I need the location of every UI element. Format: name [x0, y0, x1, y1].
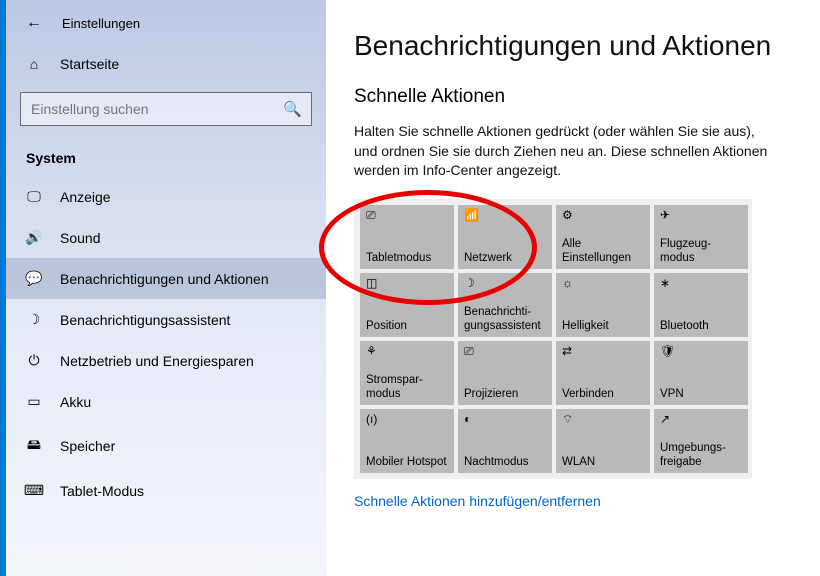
quick-action-tile[interactable]: 📶 Netzwerk [458, 205, 552, 269]
nav-item[interactable]: 💬 Benachrichtigungen und Aktionen [6, 258, 326, 299]
quick-action-tile[interactable]: ◐ Nachtmodus [458, 409, 552, 473]
tile-label: Benachrichti-gungsassistent [464, 306, 546, 332]
quick-action-tile[interactable]: ⚘ Stromspar-modus [360, 341, 454, 405]
back-button[interactable]: ← [26, 14, 42, 32]
tile-label: Position [366, 320, 448, 333]
nav-item-label: Benachrichtigungen und Aktionen [60, 271, 269, 287]
tile-icon: ↗ [660, 413, 742, 427]
tile-label: Flugzeug-modus [660, 238, 742, 264]
quick-action-tile[interactable]: ⎚ Projizieren [458, 341, 552, 405]
nav-item[interactable]: ▭ Akku [6, 381, 326, 422]
nav-item[interactable]: 🔊 Sound [6, 217, 326, 258]
nav-item[interactable]: 🖴 Speicher [6, 422, 326, 470]
quick-action-tile[interactable]: (ı) Mobiler Hotspot [360, 409, 454, 473]
nav-item[interactable]: ⏻ Netzbetrieb und Energiesparen [6, 340, 326, 381]
quick-action-tile[interactable]: ⌔ WLAN [556, 409, 650, 473]
add-remove-quick-actions-link[interactable]: Schnelle Aktionen hinzufügen/entfernen [354, 493, 601, 509]
tile-icon: ⇄ [562, 345, 644, 359]
window-title: Einstellungen [62, 16, 140, 31]
nav-item-icon: ☽ [26, 311, 42, 328]
tile-icon: ◐ [464, 413, 546, 427]
quick-action-tile[interactable]: ↗ Umgebungs-freigabe [654, 409, 748, 473]
nav-item[interactable]: ☽ Benachrichtigungsassistent [6, 299, 326, 340]
quick-action-tile[interactable]: ∗ Bluetooth [654, 273, 748, 337]
tile-label: Tabletmodus [366, 252, 448, 265]
nav-item[interactable]: 🖵 Anzeige [6, 176, 326, 217]
home-link[interactable]: ⌂ Startseite [6, 42, 326, 86]
tile-label: Umgebungs-freigabe [660, 442, 742, 468]
tile-label: WLAN [562, 456, 644, 469]
nav-item-label: Tablet-Modus [60, 483, 144, 499]
quick-action-tile[interactable]: ⎚ Tabletmodus [360, 205, 454, 269]
tile-label: Helligkeit [562, 320, 644, 333]
tile-icon: ✈ [660, 209, 742, 223]
nav-item-label: Speicher [60, 438, 115, 454]
tile-icon: ☼ [562, 277, 644, 291]
tile-icon: ☽ [464, 277, 546, 291]
search-input[interactable] [20, 92, 312, 126]
tile-label: Stromspar-modus [366, 374, 448, 400]
tile-label: VPN [660, 388, 742, 401]
nav-item-icon: 💬 [26, 270, 42, 287]
tile-icon: ⌔ [562, 413, 644, 427]
search-wrap: 🔍 [20, 92, 312, 126]
tile-icon: ⚘ [366, 345, 448, 359]
tile-label: Projizieren [464, 388, 546, 401]
home-label: Startseite [60, 56, 119, 72]
tile-icon: ⚙ [562, 209, 644, 223]
sidebar: ← Einstellungen ⌂ Startseite 🔍 System 🖵 A… [0, 0, 326, 576]
tile-label: Bluetooth [660, 320, 742, 333]
nav-item-icon: 🔊 [26, 229, 42, 246]
nav-item-label: Anzeige [60, 189, 111, 205]
tile-label: Alle Einstellungen [562, 238, 644, 264]
nav-item-label: Sound [60, 230, 100, 246]
tile-label: Netzwerk [464, 252, 546, 265]
tile-label: Nachtmodus [464, 456, 546, 469]
section-description: Halten Sie schnelle Aktionen gedrückt (o… [354, 122, 774, 181]
tile-label: Mobiler Hotspot [366, 456, 448, 469]
nav-item-icon: ⌨ [26, 482, 42, 499]
quick-action-tiles-container: ⎚ Tabletmodus 📶 Netzwerk ⚙ Alle Einstellungen… [354, 199, 752, 479]
quick-action-tile[interactable]: ☽ Benachrichti-gungsassistent [458, 273, 552, 337]
nav-item[interactable]: ⌨ Tablet-Modus [6, 470, 326, 511]
page-title: Benachrichtigungen und Aktionen [354, 30, 802, 62]
home-icon: ⌂ [26, 56, 42, 72]
quick-action-tile[interactable]: ⚙ Alle Einstellungen [556, 205, 650, 269]
nav-item-icon: ⏻ [26, 352, 42, 369]
tile-icon: ∗ [660, 277, 742, 291]
tile-icon: ⎚ [464, 345, 546, 359]
nav-item-label: Netzbetrieb und Energiesparen [60, 353, 254, 369]
quick-action-tile[interactable]: 🛡 VPN [654, 341, 748, 405]
nav-item-icon: ▭ [26, 393, 42, 410]
nav-item-icon: 🖵 [26, 188, 42, 205]
main-content: Benachrichtigungen und Aktionen Schnelle… [326, 0, 820, 576]
quick-action-tile[interactable]: ◫ Position [360, 273, 454, 337]
tile-icon: ⎚ [366, 209, 448, 223]
quick-action-tile[interactable]: ⇄ Verbinden [556, 341, 650, 405]
tile-icon: 📶 [464, 209, 546, 223]
nav-item-label: Benachrichtigungsassistent [60, 312, 230, 328]
tile-label: Verbinden [562, 388, 644, 401]
nav-item-label: Akku [60, 394, 91, 410]
tile-icon: (ı) [366, 413, 448, 427]
tile-icon: 🛡 [660, 345, 742, 359]
section-title: Schnelle Aktionen [354, 86, 802, 108]
group-header: System [6, 132, 326, 176]
nav-item-icon: 🖴 [26, 434, 42, 458]
quick-action-tile[interactable]: ✈ Flugzeug-modus [654, 205, 748, 269]
quick-action-tile[interactable]: ☼ Helligkeit [556, 273, 650, 337]
tile-icon: ◫ [366, 277, 448, 291]
